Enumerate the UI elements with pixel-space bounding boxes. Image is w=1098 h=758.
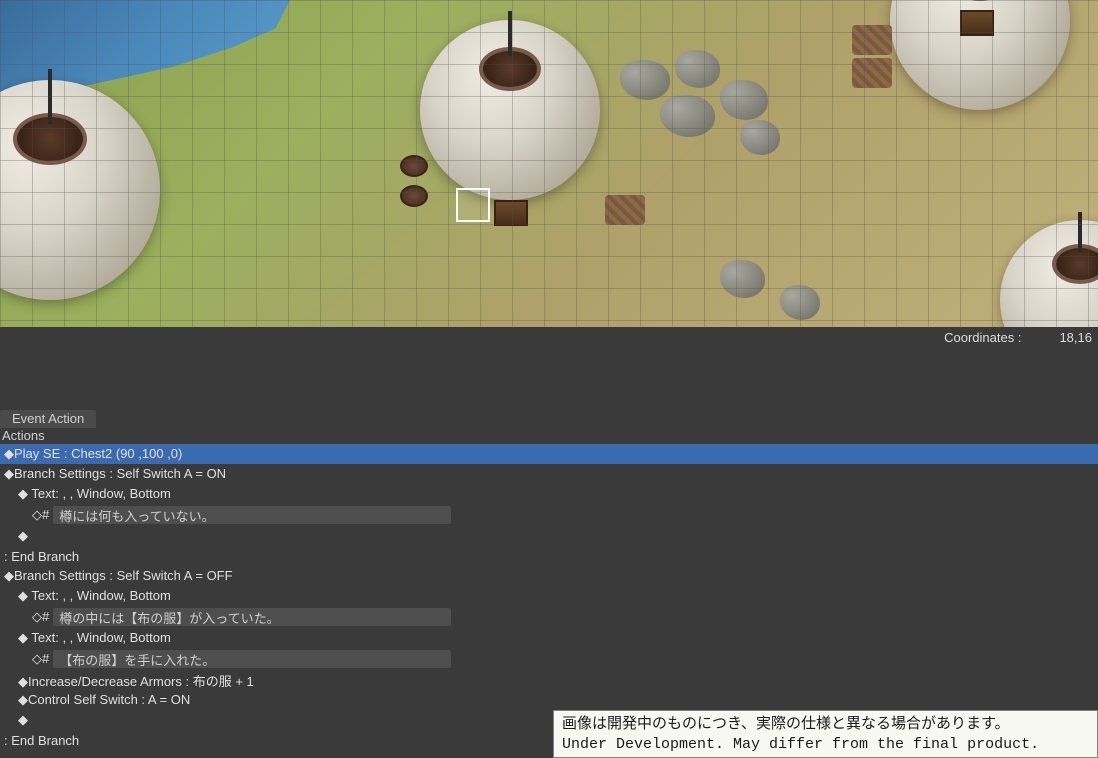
event-command-row[interactable]: ◆Play SE : Chest2 (90 ,100 ,0)	[0, 444, 1098, 464]
dev-notice-en: Under Development. May differ from the f…	[562, 735, 1089, 755]
event-text-input-row[interactable]: ◇#	[0, 648, 1098, 670]
event-text-field[interactable]	[53, 506, 451, 524]
event-command-row[interactable]: : End Branch	[0, 546, 1098, 566]
event-command-row[interactable]: ◆Branch Settings : Self Switch A = OFF	[0, 566, 1098, 586]
actions-header: Actions	[0, 428, 1098, 444]
event-text-prefix: ◇#	[32, 507, 49, 523]
map-tile-cursor[interactable]	[456, 188, 490, 222]
event-command-row[interactable]: ◆Control Self Switch : A = ON	[0, 690, 1098, 710]
event-text-input-row[interactable]: ◇#	[0, 504, 1098, 526]
dev-notice-overlay: 画像は開発中のものにつき、実際の仕様と異なる場合があります。 Under Dev…	[553, 710, 1098, 758]
dev-notice-jp: 画像は開発中のものにつき、実際の仕様と異なる場合があります。	[562, 715, 1089, 735]
event-command-row[interactable]: ◆	[0, 526, 1098, 546]
empty-panel	[0, 347, 1098, 410]
event-text-field[interactable]	[53, 650, 451, 668]
coordinates-label: Coordinates :	[944, 330, 1021, 345]
event-text-input-row[interactable]: ◇#	[0, 606, 1098, 628]
event-text-field[interactable]	[53, 608, 451, 626]
event-tabs: Event Action	[0, 410, 1098, 428]
tab-event-action[interactable]: Event Action	[0, 410, 96, 428]
event-command-row[interactable]: ◆ Text: , , Window, Bottom	[0, 628, 1098, 648]
coordinates-bar: Coordinates : 18,16	[0, 327, 1098, 347]
map-editor-canvas[interactable]	[0, 0, 1098, 327]
event-command-row[interactable]: ◆Branch Settings : Self Switch A = ON	[0, 464, 1098, 484]
event-text-prefix: ◇#	[32, 609, 49, 625]
map-grid	[0, 0, 1098, 327]
event-command-row[interactable]: ◆ Text: , , Window, Bottom	[0, 484, 1098, 504]
coordinates-value: 18,16	[1059, 330, 1092, 345]
event-text-prefix: ◇#	[32, 651, 49, 667]
event-command-row[interactable]: ◆Increase/Decrease Armors : 布の服 + 1	[0, 670, 1098, 690]
event-command-row[interactable]: ◆ Text: , , Window, Bottom	[0, 586, 1098, 606]
